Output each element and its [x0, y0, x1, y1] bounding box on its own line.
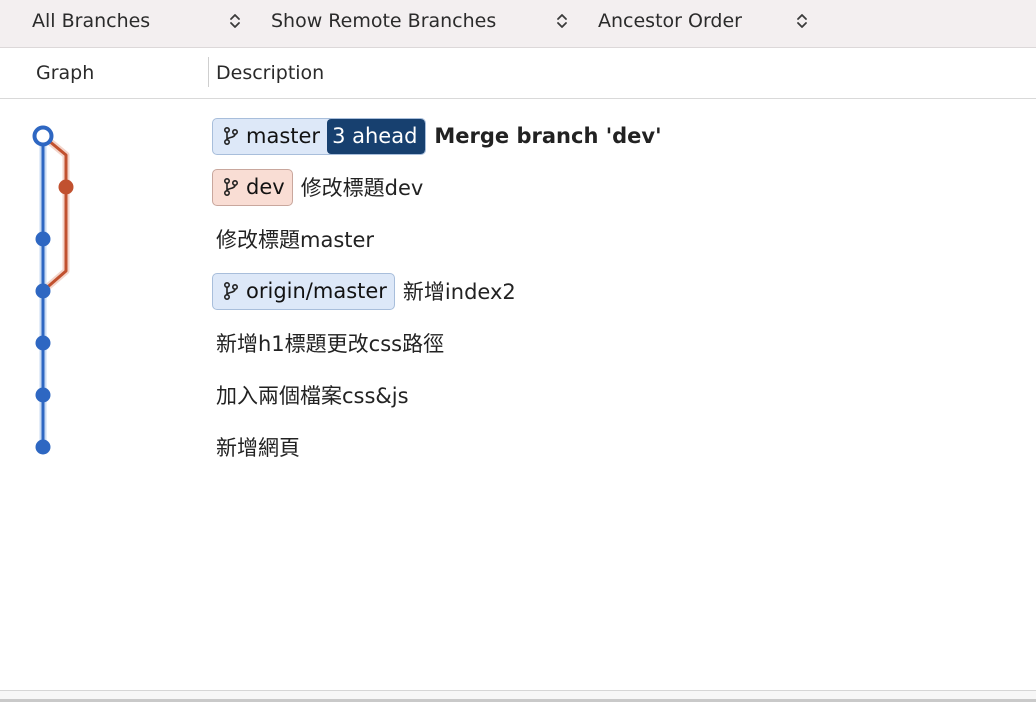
column-header: Graph Description — [0, 48, 1036, 99]
branch-label: master — [246, 124, 321, 148]
branch-badge-master[interactable]: master 3 ahead — [212, 117, 427, 155]
commit-message: 修改標題dev — [300, 176, 424, 200]
branch-label: dev — [246, 175, 285, 199]
column-divider[interactable] — [208, 57, 209, 87]
branch-badge-origin-master[interactable]: origin/master — [212, 272, 395, 310]
branches-filter-chevron-updown-icon[interactable] — [229, 12, 241, 30]
ahead-count-badge: 3 ahead — [327, 118, 426, 154]
branches-filter-select[interactable]: All Branches — [32, 0, 150, 42]
commit-row[interactable]: dev 修改標題dev — [212, 161, 423, 213]
commit-row[interactable]: 加入兩個檔案css&js — [216, 369, 409, 421]
commit-row[interactable]: 修改標題master — [216, 213, 374, 265]
branch-label: origin/master — [246, 279, 387, 303]
branch-badge-dev[interactable]: dev — [212, 168, 293, 206]
commit-row[interactable]: 新增h1標題更改css路徑 — [216, 317, 444, 369]
order-filter-chevron-updown-icon[interactable] — [796, 12, 808, 30]
commit-message: Merge branch 'dev' — [434, 124, 662, 148]
commit-node[interactable] — [35, 231, 51, 247]
commit-message: 修改標題master — [216, 228, 375, 252]
graph-column-header[interactable]: Graph — [36, 48, 94, 98]
commit-node[interactable] — [35, 439, 51, 455]
commit-row[interactable]: master 3 ahead Merge branch 'dev' — [212, 110, 662, 162]
commit-message: 加入兩個檔案css&js — [216, 384, 409, 408]
commit-message: 新增index2 — [402, 280, 516, 304]
git-branch-icon — [223, 177, 239, 197]
remote-branches-filter-label: Show Remote Branches — [271, 10, 497, 32]
horizontal-scrollbar[interactable] — [0, 690, 1036, 702]
commit-graph — [32, 125, 74, 455]
commit-node[interactable] — [35, 387, 51, 403]
commit-row[interactable]: origin/master 新增index2 — [212, 265, 516, 317]
commit-message: 新增網頁 — [216, 436, 300, 460]
git-branch-icon — [223, 126, 239, 146]
remote-branches-filter-select[interactable]: Show Remote Branches — [271, 0, 496, 42]
description-column-header[interactable]: Description — [216, 48, 324, 98]
commit-node[interactable] — [58, 179, 74, 195]
git-branch-icon — [223, 281, 239, 301]
order-filter-label: Ancestor Order — [598, 10, 742, 32]
commit-row[interactable]: 新增網頁 — [216, 421, 300, 473]
toolbar: All Branches Show Remote Branches Ancest… — [0, 0, 1036, 48]
branches-filter-label: All Branches — [32, 10, 151, 32]
order-filter-select[interactable]: Ancestor Order — [598, 0, 742, 42]
remote-filter-chevron-updown-icon[interactable] — [556, 12, 568, 30]
commit-message: 新增h1標題更改css路徑 — [216, 332, 445, 356]
head-commit-node[interactable] — [32, 125, 54, 147]
commit-node[interactable] — [35, 283, 51, 299]
commit-node[interactable] — [35, 335, 51, 351]
